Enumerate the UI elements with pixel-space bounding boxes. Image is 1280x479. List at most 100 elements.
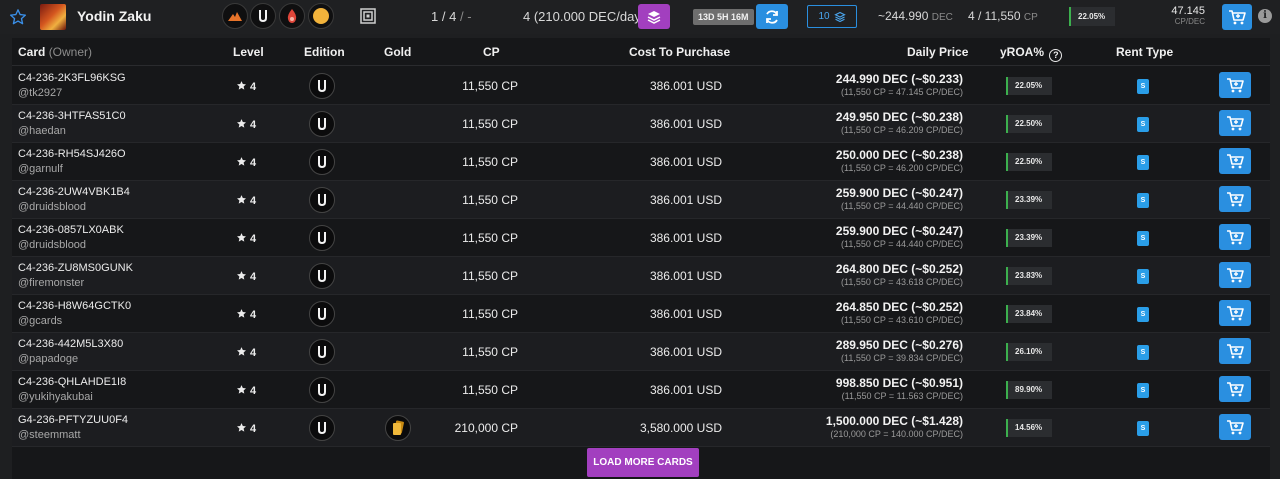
buy-button[interactable] [1219, 148, 1251, 174]
info-icon[interactable]: i [1258, 9, 1272, 23]
quantity-selector[interactable]: 10 [807, 5, 857, 28]
rent-type-badge: S [1137, 307, 1149, 322]
card-level-value: 4 [250, 271, 257, 283]
cart-icon [1227, 306, 1244, 321]
card-id[interactable]: C4-236-QHLAHDE1I8 [18, 376, 126, 388]
untamed-edition-icon [250, 3, 276, 29]
favorite-star-icon[interactable] [9, 8, 27, 26]
cp-dec-ratio: (210,000 CP = 140.000 CP/DEC) [830, 429, 963, 439]
rent-type-badge: S [1137, 383, 1149, 398]
card-owner[interactable]: @druidsblood [18, 201, 86, 213]
card-cp: 11,550 CP [462, 231, 518, 245]
col-cost[interactable]: Cost To Purchase [629, 45, 730, 59]
untamed-edition-icon [309, 111, 335, 137]
buy-button[interactable] [1219, 224, 1251, 250]
buy-button[interactable] [1219, 186, 1251, 212]
card-owner[interactable]: @garnulf [18, 163, 63, 175]
stack-view-button[interactable] [638, 4, 670, 29]
col-edition[interactable]: Edition [304, 45, 345, 59]
card-header-bar: Yodin Zaku 1 / 4 / - 4 (210.000 DEC/day)… [0, 0, 1280, 34]
header-cp-value: 4 / 11,550 [968, 9, 1021, 23]
untamed-edition-icon [309, 263, 335, 289]
cart-icon [1227, 420, 1244, 435]
yroa-badge: 23.84% [1006, 305, 1052, 323]
card-id[interactable]: C4-236-0857LX0ABK [18, 224, 124, 236]
col-yroa[interactable]: yROA% ? [1000, 45, 1063, 62]
card-cp: 11,550 CP [462, 269, 518, 283]
card-id[interactable]: C4-236-2UW4VBK1B4 [18, 186, 130, 198]
buy-button[interactable] [1219, 300, 1251, 326]
card-id[interactable]: G4-236-PFTYZUU0F4 [18, 414, 128, 426]
col-yroa-label: yROA% [1000, 45, 1045, 59]
buy-button[interactable] [1219, 72, 1251, 98]
card-thumbnail[interactable] [40, 4, 66, 30]
daily-price: 1,500.000 DEC (~$1.428) [825, 414, 963, 428]
card-id[interactable]: C4-236-ZU8MS0GUNK [18, 262, 133, 274]
table-row: C4-236-QHLAHDE1I8 @yukihyakubai 4 11,550 CP… [12, 371, 1270, 409]
card-id[interactable]: C4-236-3HTFAS51C0 [18, 110, 126, 122]
quantity-value: 10 [818, 11, 830, 22]
cp-per-dec-unit: CP/DEC [1174, 17, 1205, 26]
card-cp: 11,550 CP [462, 155, 518, 169]
card-owner[interactable]: @papadoge [18, 353, 78, 365]
card-owner[interactable]: @gcards [18, 315, 62, 327]
cart-icon [1227, 268, 1244, 283]
refresh-button[interactable] [756, 4, 788, 29]
card-owner[interactable]: @firemonster [18, 277, 84, 289]
col-card-label: Card [18, 45, 46, 59]
card-level: 4 [236, 194, 256, 207]
fire-element-icon [222, 3, 248, 29]
buy-button[interactable] [1219, 376, 1251, 402]
card-cp: 11,550 CP [462, 79, 518, 93]
daily-price: 264.800 DEC (~$0.252) [835, 262, 963, 276]
col-cp[interactable]: CP [483, 45, 500, 59]
buy-button[interactable] [1219, 110, 1251, 136]
card-cp: 11,550 CP [462, 307, 518, 321]
card-cost: 3,580.000 USD [639, 421, 722, 435]
col-card[interactable]: Card (Owner) [18, 45, 92, 59]
yroa-badge: 22.05% [1006, 77, 1052, 95]
card-id[interactable]: C4-236-2K3FL96KSG [18, 72, 126, 84]
card-owner[interactable]: @druidsblood [18, 239, 86, 251]
card-id[interactable]: C4-236-442M5L3X80 [18, 338, 123, 350]
card-id[interactable]: C4-236-RH54SJ426O [18, 148, 126, 160]
star-icon [237, 423, 246, 432]
cp-dec-ratio: (11,550 CP = 46.200 CP/DEC) [841, 163, 963, 173]
card-owner[interactable]: @haedan [18, 125, 66, 137]
cp-dec-ratio: (11,550 CP = 46.209 CP/DEC) [841, 125, 963, 135]
cp-dec-ratio: (11,550 CP = 43.618 CP/DEC) [841, 277, 963, 287]
untamed-edition-icon [309, 377, 335, 403]
card-cost: 386.001 USD [649, 117, 722, 131]
card-cost: 386.001 USD [649, 383, 722, 397]
buy-button[interactable] [1219, 262, 1251, 288]
cp-dec-ratio: (11,550 CP = 44.440 CP/DEC) [841, 201, 963, 211]
untamed-edition-icon [309, 415, 335, 441]
card-id[interactable]: C4-236-H8W64GCTK0 [18, 300, 131, 312]
buy-button[interactable] [1219, 414, 1251, 440]
card-owner[interactable]: @yukihyakubai [18, 391, 93, 403]
cart-icon [1227, 192, 1244, 207]
col-owner-label: (Owner) [48, 45, 93, 59]
table-row: C4-236-0857LX0ABK @druidsblood 4 11,550 CP 3… [12, 219, 1270, 257]
card-level: 4 [236, 308, 256, 321]
card-owner[interactable]: @steemmatt [18, 429, 81, 441]
yroa-badge: 22.50% [1006, 153, 1052, 171]
header-price-unit: DEC [931, 12, 953, 23]
daily-price: 289.950 DEC (~$0.276) [835, 338, 963, 352]
load-more-button[interactable]: LOAD MORE CARDS [587, 448, 699, 477]
help-icon[interactable]: ? [1049, 49, 1063, 62]
buy-cheapest-button[interactable] [1222, 4, 1252, 30]
col-rent-type[interactable]: Rent Type [1116, 45, 1173, 59]
col-daily-price[interactable]: Daily Price [907, 45, 968, 59]
col-gold[interactable]: Gold [384, 45, 411, 59]
card-frame-icon[interactable] [360, 8, 376, 24]
col-level[interactable]: Level [233, 45, 264, 59]
yroa-badge: 89.90% [1006, 381, 1052, 399]
card-owner[interactable]: @tk2927 [18, 87, 62, 99]
untamed-edition-icon [309, 187, 335, 213]
buy-button[interactable] [1219, 338, 1251, 364]
gold-foil-icon [308, 3, 334, 29]
cart-icon [1227, 230, 1244, 245]
layers-icon [833, 11, 846, 22]
page-total: 4 [449, 9, 457, 24]
